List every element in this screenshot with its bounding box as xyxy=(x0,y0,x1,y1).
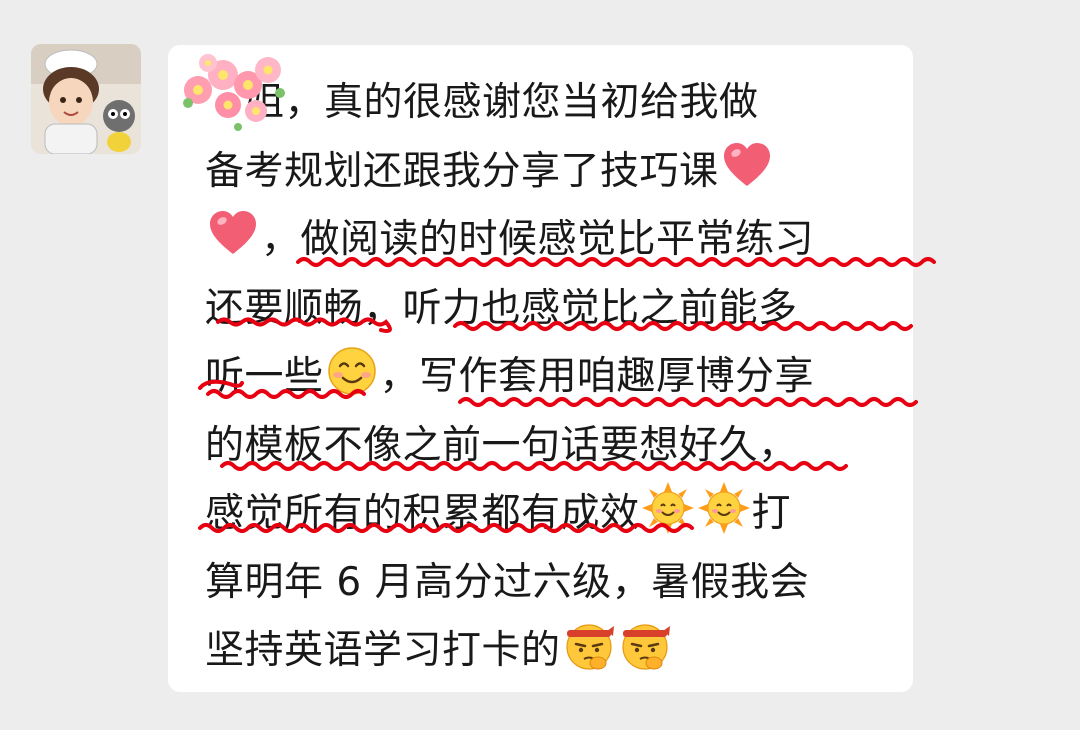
sun-with-face-emoji xyxy=(641,481,695,535)
line-7b-text: 打 xyxy=(751,491,792,536)
message-line: 坚持英语学习打卡的 xyxy=(205,617,895,686)
message-line: 感觉所有的积累都有成效 打 xyxy=(205,480,895,549)
message-line: 姐，真的很感谢您当初给我做 xyxy=(205,69,895,138)
line-5a-text: 听一些 xyxy=(205,354,324,399)
heart-emoji xyxy=(206,207,260,261)
message-line: 备考规划还跟我分享了技巧课 xyxy=(205,138,895,207)
line-2-text: 备考规划还跟我分享了技巧课 xyxy=(205,148,719,194)
message-line: 的模板不像之前一句话要想好久， xyxy=(205,412,895,481)
message-line: ，做阅读的时候感觉比平常练习 xyxy=(205,206,895,275)
line-5b-text: ，写作套用咱趣厚博分享 xyxy=(379,354,815,399)
cherry-blossom-sticker xyxy=(183,54,285,131)
message-bubble[interactable]: 姐，真的很感谢您当初给我做 备考规划还跟我分享了技巧课 ，做阅读的时候感觉比平常… xyxy=(168,45,913,692)
smiling-face-emoji xyxy=(325,344,379,398)
sun-with-face-emoji xyxy=(697,481,751,535)
line-3-text: ，做阅读的时候感觉比平常练习 xyxy=(261,217,815,262)
line-9-text: 坚持英语学习打卡的 xyxy=(205,628,561,673)
sender-avatar[interactable] xyxy=(31,44,141,154)
message-line: 还要顺畅，听力也感觉比之前能多 xyxy=(205,275,895,344)
determined-thinking-face-emoji xyxy=(562,618,616,672)
line-7a-text: 感觉所有的积累都有成效 xyxy=(205,491,640,536)
determined-thinking-face-emoji xyxy=(618,618,672,672)
line-4-text: 还要顺畅，听力也感觉比之前能多 xyxy=(205,285,798,331)
heart-emoji xyxy=(720,139,774,193)
line-8-text: 算明年 6 月高分过六级，暑假我会 xyxy=(205,559,810,605)
message-line: 算明年 6 月高分过六级，暑假我会 xyxy=(205,549,895,618)
message-line: 听一些 ，写作套用咱趣厚博分享 xyxy=(205,343,895,412)
message-text: 姐，真的很感谢您当初给我做 备考规划还跟我分享了技巧课 ，做阅读的时候感觉比平常… xyxy=(205,69,895,686)
line-6-text: 的模板不像之前一句话要想好久， xyxy=(205,422,798,468)
